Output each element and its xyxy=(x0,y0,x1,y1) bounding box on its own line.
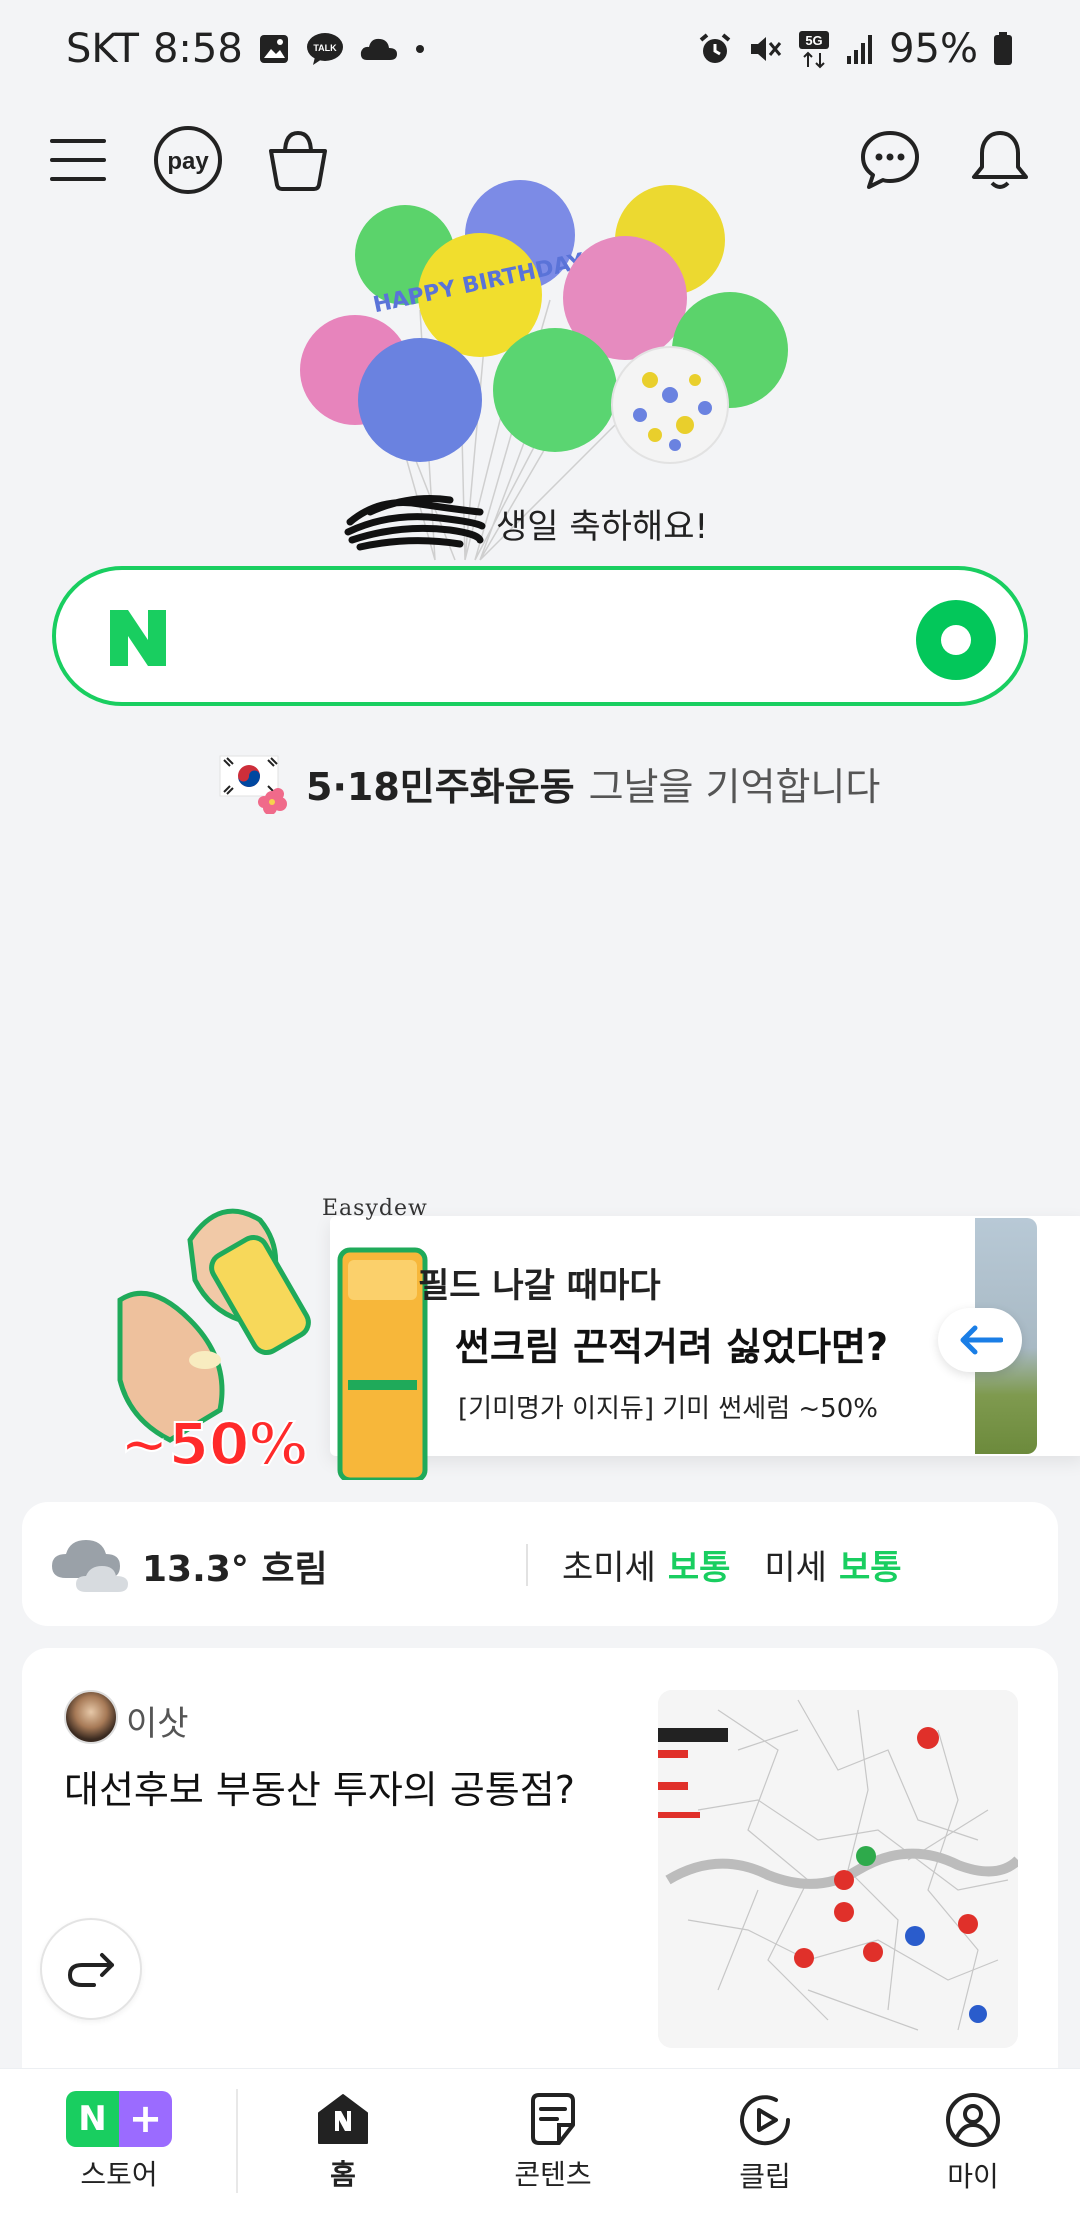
air-quality: 초미세 보통 미세 보통 xyxy=(562,1540,902,1589)
nav-clip[interactable]: 클립 xyxy=(690,2091,840,2195)
gallery-icon xyxy=(257,32,291,66)
mute-icon xyxy=(747,31,783,67)
weather-widget[interactable]: 13.3° 흐림 초미세 보통 미세 보통 xyxy=(22,1502,1058,1626)
alarm-icon xyxy=(697,31,733,67)
status-bar: SKT 8:58 TALK 5G 95% xyxy=(0,0,1080,100)
content-thumbnail xyxy=(658,1690,1018,2048)
fine-dust-label: 미세 xyxy=(764,1548,827,1588)
ad-swipe-button[interactable] xyxy=(938,1308,1022,1372)
battery-icon xyxy=(992,31,1014,67)
seoul-map-thumbnail xyxy=(658,1690,1018,2048)
green-dot-icon xyxy=(941,625,971,655)
share-button[interactable] xyxy=(40,1918,142,2020)
memorial-title: 5·18민주화운동 xyxy=(306,764,575,809)
nav-contents-label: 콘텐츠 xyxy=(514,2158,592,2191)
battery-percent: 95% xyxy=(889,26,978,72)
clip-icon xyxy=(740,2095,791,2146)
n-plus-store-icon: N + xyxy=(66,2091,172,2147)
home-icon xyxy=(318,2094,368,2144)
pay-icon: pay xyxy=(154,126,222,194)
arrow-left-icon xyxy=(960,1325,1003,1355)
cloud-icon xyxy=(359,34,399,64)
author-name: 이삿 xyxy=(126,1704,189,1744)
nav-contents[interactable]: 콘텐츠 xyxy=(478,2091,628,2193)
cloudy-weather-icon xyxy=(52,1540,128,1592)
fine-dust-value: 보통 xyxy=(838,1548,902,1588)
content-title: 대선후보 부동산 투자의 공통점? xyxy=(64,1768,575,1812)
bell-icon xyxy=(972,131,1028,189)
kakaotalk-icon: TALK xyxy=(305,31,345,67)
author-avatar xyxy=(64,1690,118,1744)
bottom-navigation: N + 스토어 홈 콘텐츠 클립 마이 xyxy=(0,2068,1080,2214)
ad-discount-badge: ~50% xyxy=(119,1409,308,1479)
redacted-name-scribble xyxy=(344,495,486,551)
memorial-subtitle: 그날을 기억합니다 xyxy=(588,764,881,809)
menu-button[interactable] xyxy=(40,122,116,198)
ultrafine-dust-value: 보통 xyxy=(667,1548,731,1588)
svg-text:TALK: TALK xyxy=(313,43,337,53)
nav-store[interactable]: N + 스토어 xyxy=(44,2091,194,2193)
naver-n-logo-icon xyxy=(110,610,166,666)
hamburger-icon xyxy=(50,139,106,181)
nav-home-label: 홈 xyxy=(330,2158,356,2191)
naver-home-screen: SKT 8:58 TALK 5G 95% pay HAPPY BIRTHDAY … xyxy=(0,0,1080,2214)
carrier-label: SKT xyxy=(66,26,139,72)
talk-button[interactable] xyxy=(852,122,928,198)
clock: 8:58 xyxy=(152,26,243,72)
ad-headline-2: 썬크림 끈적거려 싫었다면? xyxy=(455,1325,889,1369)
svg-text:pay: pay xyxy=(167,148,209,175)
svg-text:5G: 5G xyxy=(805,33,822,48)
nav-my-label: 마이 xyxy=(947,2160,999,2193)
nav-my[interactable]: 마이 xyxy=(898,2091,1048,2195)
memorial-banner[interactable]: 5·18민주화운동 그날을 기억합니다 xyxy=(218,752,880,814)
nav-store-label: 스토어 xyxy=(80,2158,158,2191)
nav-clip-label: 클립 xyxy=(739,2160,791,2193)
chat-bubble-icon xyxy=(861,131,919,189)
ad-headline-1: 필드 나갈 때마다 xyxy=(418,1266,661,1306)
contents-icon xyxy=(531,2093,575,2145)
share-arrow-icon xyxy=(68,1953,114,1987)
ad-brand-logo: Easydew xyxy=(322,1196,428,1221)
weather-divider xyxy=(526,1544,528,1586)
korean-flag-flower-icon xyxy=(219,755,287,814)
weather-temperature: 13.3° 흐림 xyxy=(142,1549,328,1590)
ad-description: [기미명가 이지듀] 기미 썬세럼 ~50% xyxy=(458,1394,878,1424)
notification-button[interactable] xyxy=(962,122,1038,198)
nav-home[interactable]: 홈 xyxy=(268,2091,418,2193)
profile-icon xyxy=(946,2093,1000,2147)
green-dot-search-button[interactable] xyxy=(916,600,996,680)
dot-icon xyxy=(413,42,427,56)
nav-divider xyxy=(236,2089,238,2193)
ultrafine-dust-label: 초미세 xyxy=(562,1548,656,1588)
naver-pay-button[interactable]: pay xyxy=(150,122,226,198)
greeting-text: 생일 축하해요! xyxy=(496,506,709,547)
search-input[interactable] xyxy=(52,566,1028,706)
content-card[interactable]: 이삿 대선후보 부동산 투자의 공통점? xyxy=(22,1648,1058,2068)
network-5g-icon: 5G xyxy=(797,29,831,69)
signal-icon xyxy=(845,32,875,66)
birthday-greeting: 생일 축하해요! xyxy=(340,492,740,554)
